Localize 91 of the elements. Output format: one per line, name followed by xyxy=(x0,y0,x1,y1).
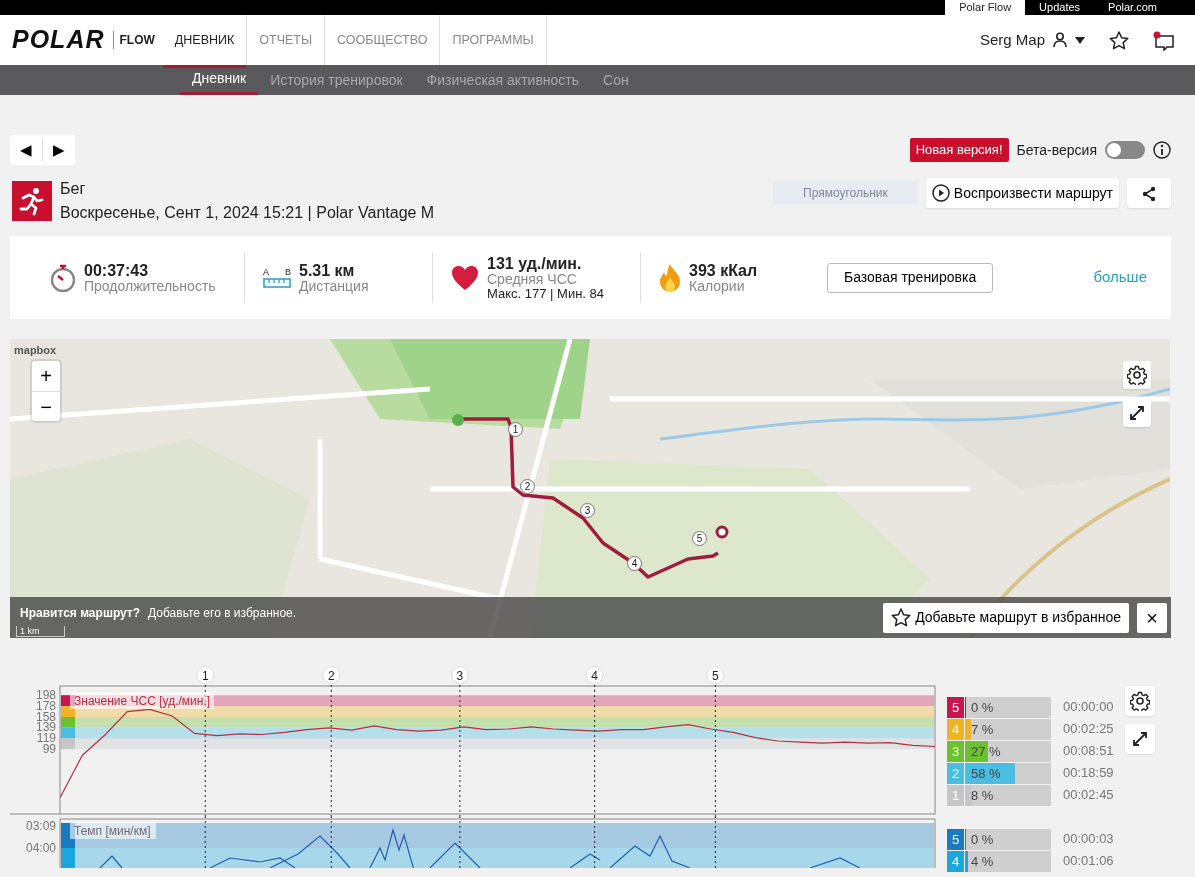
share-icon xyxy=(1141,185,1157,202)
zone-time: 00:08:51 xyxy=(1063,742,1114,761)
zone-time: 00:02:25 xyxy=(1063,720,1114,739)
top-tab[interactable]: Polar.com xyxy=(1094,0,1171,15)
zone-share: 27 % xyxy=(971,742,1001,761)
stat-value: 393 кКал xyxy=(689,261,758,279)
zone-time: 00:00:00 xyxy=(1063,698,1114,717)
expand-icon xyxy=(1131,730,1149,748)
zone-share: 58 % xyxy=(971,764,1001,783)
favorites-icon[interactable] xyxy=(1109,31,1129,51)
user-name[interactable]: Serg Map xyxy=(979,28,1045,52)
person-icon[interactable] xyxy=(1053,32,1067,48)
add-favorite-button[interactable]: Добавьте маршрут в избранное xyxy=(883,602,1129,633)
stopwatch-icon xyxy=(50,262,76,293)
play-icon xyxy=(931,184,950,202)
map-settings-button[interactable] xyxy=(1123,361,1151,389)
prompt-text: Добавьте его в избранное. xyxy=(148,604,297,622)
zone-time: 00:01:06 xyxy=(1063,852,1114,871)
stat-detail: Макс. 177 | Мин. 84 xyxy=(487,286,605,301)
stat-value: 131 уд./мин. xyxy=(487,254,583,272)
ruler-icon xyxy=(263,278,291,288)
share-button[interactable] xyxy=(1127,178,1171,208)
zone-share: 7 % xyxy=(971,720,994,739)
nav-item[interactable]: ДНЕВНИК xyxy=(162,15,248,65)
map-scale: 1 km xyxy=(16,626,65,637)
zone-number: 4 xyxy=(947,850,964,872)
new-version-badge[interactable]: Новая версия! xyxy=(909,138,1009,162)
chart-settings-button[interactable] xyxy=(1125,686,1155,716)
expand-icon xyxy=(1128,404,1146,422)
training-type-button[interactable]: Базовая тренировка xyxy=(827,262,994,293)
close-button[interactable]: × xyxy=(1137,602,1167,633)
legend-label: Темп [мин/км] xyxy=(70,822,156,839)
series-label: Значение ЧСС [уд./мин.] xyxy=(74,694,211,708)
settings-icon xyxy=(1127,365,1147,385)
product-name: FLOW xyxy=(112,31,155,49)
prompt-question: Нравится маршрут? xyxy=(20,604,141,622)
flame-icon xyxy=(659,262,681,293)
lap-marker[interactable]: 5 xyxy=(706,666,725,684)
top-tab[interactable]: Updates xyxy=(1025,0,1095,15)
running-icon xyxy=(12,181,52,221)
stat-label: Средняя ЧСС xyxy=(487,271,577,287)
info-icon[interactable] xyxy=(1153,141,1171,159)
zoom-out-button[interactable]: − xyxy=(32,391,60,421)
zone-time: 00:02:45 xyxy=(1063,786,1114,805)
zone-number: 5 xyxy=(947,696,964,718)
fullscreen-button[interactable] xyxy=(1123,399,1151,427)
zone-time: 00:00:03 xyxy=(1063,830,1114,849)
zone-number: 3 xyxy=(947,740,964,762)
chart-expand-button[interactable] xyxy=(1125,724,1155,754)
heart-icon xyxy=(451,264,479,291)
beta-label: Бета-версия xyxy=(1016,140,1097,160)
zone-time: 00:18:59 xyxy=(1063,764,1114,783)
zone-number: 5 xyxy=(947,828,964,850)
map-style-label: Прямоугольник xyxy=(773,181,918,205)
axis-label: 03:09 xyxy=(25,819,56,833)
replay-route-button[interactable]: Воспроизвести маршрут xyxy=(925,178,1119,208)
sport-name: Бег xyxy=(60,179,87,199)
caret-icon[interactable] xyxy=(1075,36,1085,44)
zone-share: 8 % xyxy=(971,786,994,805)
stat-label: Продолжительность xyxy=(84,278,216,294)
start-label: A xyxy=(263,267,269,278)
stat-value: 5.31 км xyxy=(299,261,356,279)
zoom-in-button[interactable]: + xyxy=(32,361,60,391)
logo[interactable]: POLAR xyxy=(12,21,105,59)
beta-toggle[interactable] xyxy=(1105,141,1145,159)
lap-marker[interactable]: 4 xyxy=(585,666,604,684)
activity-date: Воскресенье, Сент 1, 2024 15:21 | Polar Vantage M xyxy=(60,203,435,223)
zone-number: 4 xyxy=(947,718,964,740)
star-icon xyxy=(891,608,912,627)
stat-label: Калории xyxy=(689,278,746,294)
legend-label: Значение ЧСС [уд./мин.] xyxy=(70,692,214,709)
axis-label: 99 xyxy=(42,742,56,757)
top-tab[interactable]: Polar Flow xyxy=(945,0,1026,15)
mapbox-logo[interactable]: mapbox xyxy=(14,342,57,359)
zone-share: 0 % xyxy=(971,698,994,717)
zone-number: 1 xyxy=(947,784,964,806)
zone-number: 2 xyxy=(947,762,964,784)
stat-label: Дистанция xyxy=(299,278,369,294)
previous-button[interactable]: ◀ xyxy=(10,138,42,162)
sub-nav-item[interactable]: Дневник xyxy=(180,65,259,95)
axis-label: 04:00 xyxy=(25,841,56,855)
zone-share: 0 % xyxy=(971,830,994,849)
messages-icon[interactable] xyxy=(1153,30,1175,51)
lap-marker[interactable]: 3 xyxy=(450,666,469,684)
settings-icon xyxy=(1130,691,1150,711)
zone-share: 4 % xyxy=(971,852,994,871)
end-label: B xyxy=(285,267,291,278)
lap-marker[interactable]: 1 xyxy=(196,666,215,684)
lap-marker[interactable]: 2 xyxy=(322,666,341,684)
stat-value: 00:37:43 xyxy=(84,261,150,279)
next-button[interactable]: ▶ xyxy=(42,138,75,162)
